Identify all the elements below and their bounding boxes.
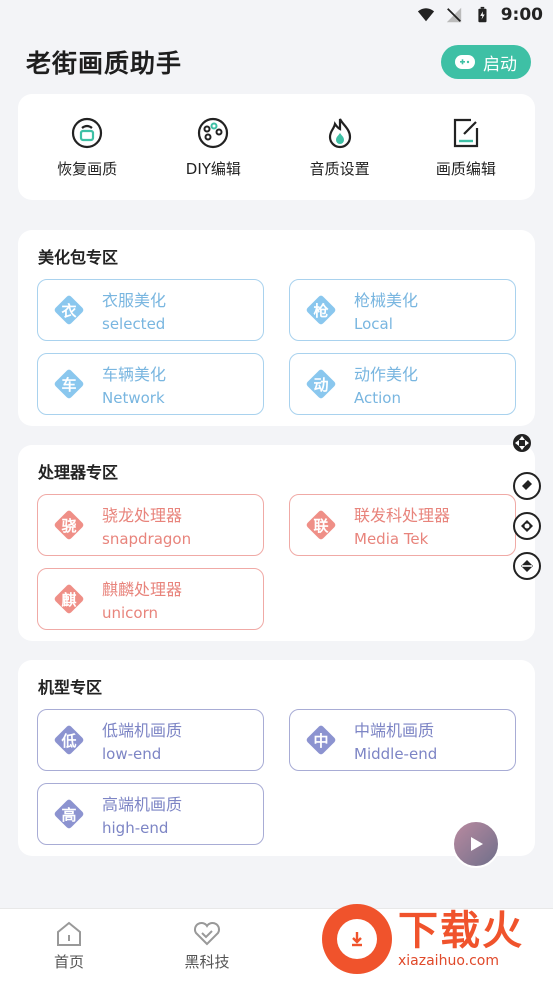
vehicle-icon: 车 <box>54 369 84 399</box>
item-title: 枪械美化 <box>354 291 419 310</box>
item-title: 麒麟处理器 <box>102 580 183 599</box>
flame-icon <box>328 117 351 148</box>
tool-label: 画质编辑 <box>435 159 496 178</box>
nav-label: 首页 <box>53 952 84 971</box>
clothes-icon: 衣 <box>54 295 84 325</box>
tool-restore-quality[interactable]: 恢复画质 <box>32 116 142 179</box>
section-processor: 处理器专区 骁 骁龙处理器 snapdragon 联 联发科处理器 Media Te… <box>18 445 535 641</box>
start-button[interactable]: 启动 <box>441 45 531 79</box>
item-title: 动作美化 <box>354 365 419 384</box>
restore-icon <box>72 117 103 148</box>
item-title: 骁龙处理器 <box>102 506 183 525</box>
float-tool-2-icon[interactable] <box>513 512 541 540</box>
tool-diy-edit[interactable]: DIY编辑 <box>158 116 268 179</box>
start-button-label: 启动 <box>483 54 517 75</box>
page-title: 老街画质助手 <box>26 49 183 78</box>
item-subtitle: Action <box>354 389 401 407</box>
item-subtitle: snapdragon <box>102 530 192 548</box>
section-beautify: 美化包专区 衣 衣服美化 selected 枪 枪械美化 Local 车 车辆美化 N… <box>18 230 535 426</box>
item-title: 联发科处理器 <box>354 506 451 525</box>
status-time: 9:00 <box>500 5 543 25</box>
snapdragon-icon: 骁 <box>54 510 84 540</box>
item-title: 车辆美化 <box>102 365 167 384</box>
item-low-end[interactable]: 低 低端机画质 low-end <box>37 709 264 771</box>
item-subtitle: Local <box>354 315 393 333</box>
item-snapdragon[interactable]: 骁 骁龙处理器 snapdragon <box>37 494 264 556</box>
kirin-icon: 麒 <box>54 584 84 614</box>
item-kirin[interactable]: 麒 麒麟处理器 unicorn <box>37 568 264 630</box>
middle-end-icon: 中 <box>306 725 336 755</box>
tool-label: 恢复画质 <box>57 159 118 178</box>
section-model: 机型专区 低 低端机画质 low-end 中 中端机画质 Middle-end 高 … <box>18 660 535 856</box>
nav-black-tech[interactable]: 黑科技 <box>138 909 276 983</box>
high-end-icon: 高 <box>54 799 84 829</box>
item-gun-beautify[interactable]: 枪 枪械美化 Local <box>289 279 516 341</box>
float-tool-3-icon[interactable] <box>513 552 541 580</box>
section-title: 处理器专区 <box>38 463 119 482</box>
section-title: 美化包专区 <box>38 248 119 267</box>
item-middle-end[interactable]: 中 中端机画质 Middle-end <box>289 709 516 771</box>
gun-icon: 枪 <box>306 295 336 325</box>
item-high-end[interactable]: 高 高端机画质 high-end <box>37 783 264 845</box>
tool-panel: 恢复画质 DIY编辑 音质设置 画质编辑 <box>18 94 535 200</box>
play-icon <box>471 837 483 851</box>
item-subtitle: unicorn <box>102 604 159 622</box>
item-subtitle: high-end <box>102 819 169 837</box>
battery-icon <box>478 6 487 23</box>
item-subtitle: Middle-end <box>354 745 438 763</box>
item-subtitle: low-end <box>102 745 162 763</box>
home-icon <box>57 921 81 946</box>
item-title: 高端机画质 <box>102 795 183 814</box>
item-subtitle: Network <box>102 389 165 407</box>
watermark-url: xiazaihuo.com <box>398 952 499 969</box>
tool-quality-edit[interactable]: 画质编辑 <box>411 116 521 179</box>
nav-home[interactable]: 首页 <box>0 909 138 983</box>
item-title: 衣服美化 <box>102 291 167 310</box>
item-clothes-beautify[interactable]: 衣 衣服美化 selected <box>37 279 264 341</box>
item-title: 中端机画质 <box>354 721 435 740</box>
wifi-icon <box>417 8 434 22</box>
tool-sound-settings[interactable]: 音质设置 <box>285 116 395 179</box>
tool-label: DIY编辑 <box>185 159 241 178</box>
heart-icon <box>193 921 221 945</box>
app-header: 老街画质助手 启动 <box>26 42 531 82</box>
item-subtitle: Media Tek <box>354 530 429 548</box>
section-title: 机型专区 <box>38 678 103 697</box>
watermark-title: 下载火 <box>398 907 524 954</box>
item-mediatek[interactable]: 联 联发科处理器 Media Tek <box>289 494 516 556</box>
float-tool-1-icon[interactable] <box>513 472 541 500</box>
watermark-logo-icon <box>322 903 392 974</box>
item-subtitle: selected <box>102 315 166 333</box>
status-bar: 9:00 <box>0 0 553 30</box>
mediatek-icon: 联 <box>306 510 336 540</box>
no-signal-icon <box>446 7 461 23</box>
move-handle-icon[interactable] <box>511 432 533 454</box>
watermark: 下载火 xiazaihuo.com <box>322 896 547 981</box>
palette-icon <box>198 117 229 148</box>
floating-avatar[interactable] <box>452 820 500 868</box>
item-title: 低端机画质 <box>102 721 183 740</box>
low-end-icon: 低 <box>54 725 84 755</box>
item-action-beautify[interactable]: 动 动作美化 Action <box>289 353 516 415</box>
edit-icon <box>453 118 478 147</box>
action-icon: 动 <box>306 369 336 399</box>
item-vehicle-beautify[interactable]: 车 车辆美化 Network <box>37 353 264 415</box>
tool-label: 音质设置 <box>309 159 370 178</box>
gamepad-icon <box>455 55 475 69</box>
nav-label: 黑科技 <box>184 952 230 971</box>
